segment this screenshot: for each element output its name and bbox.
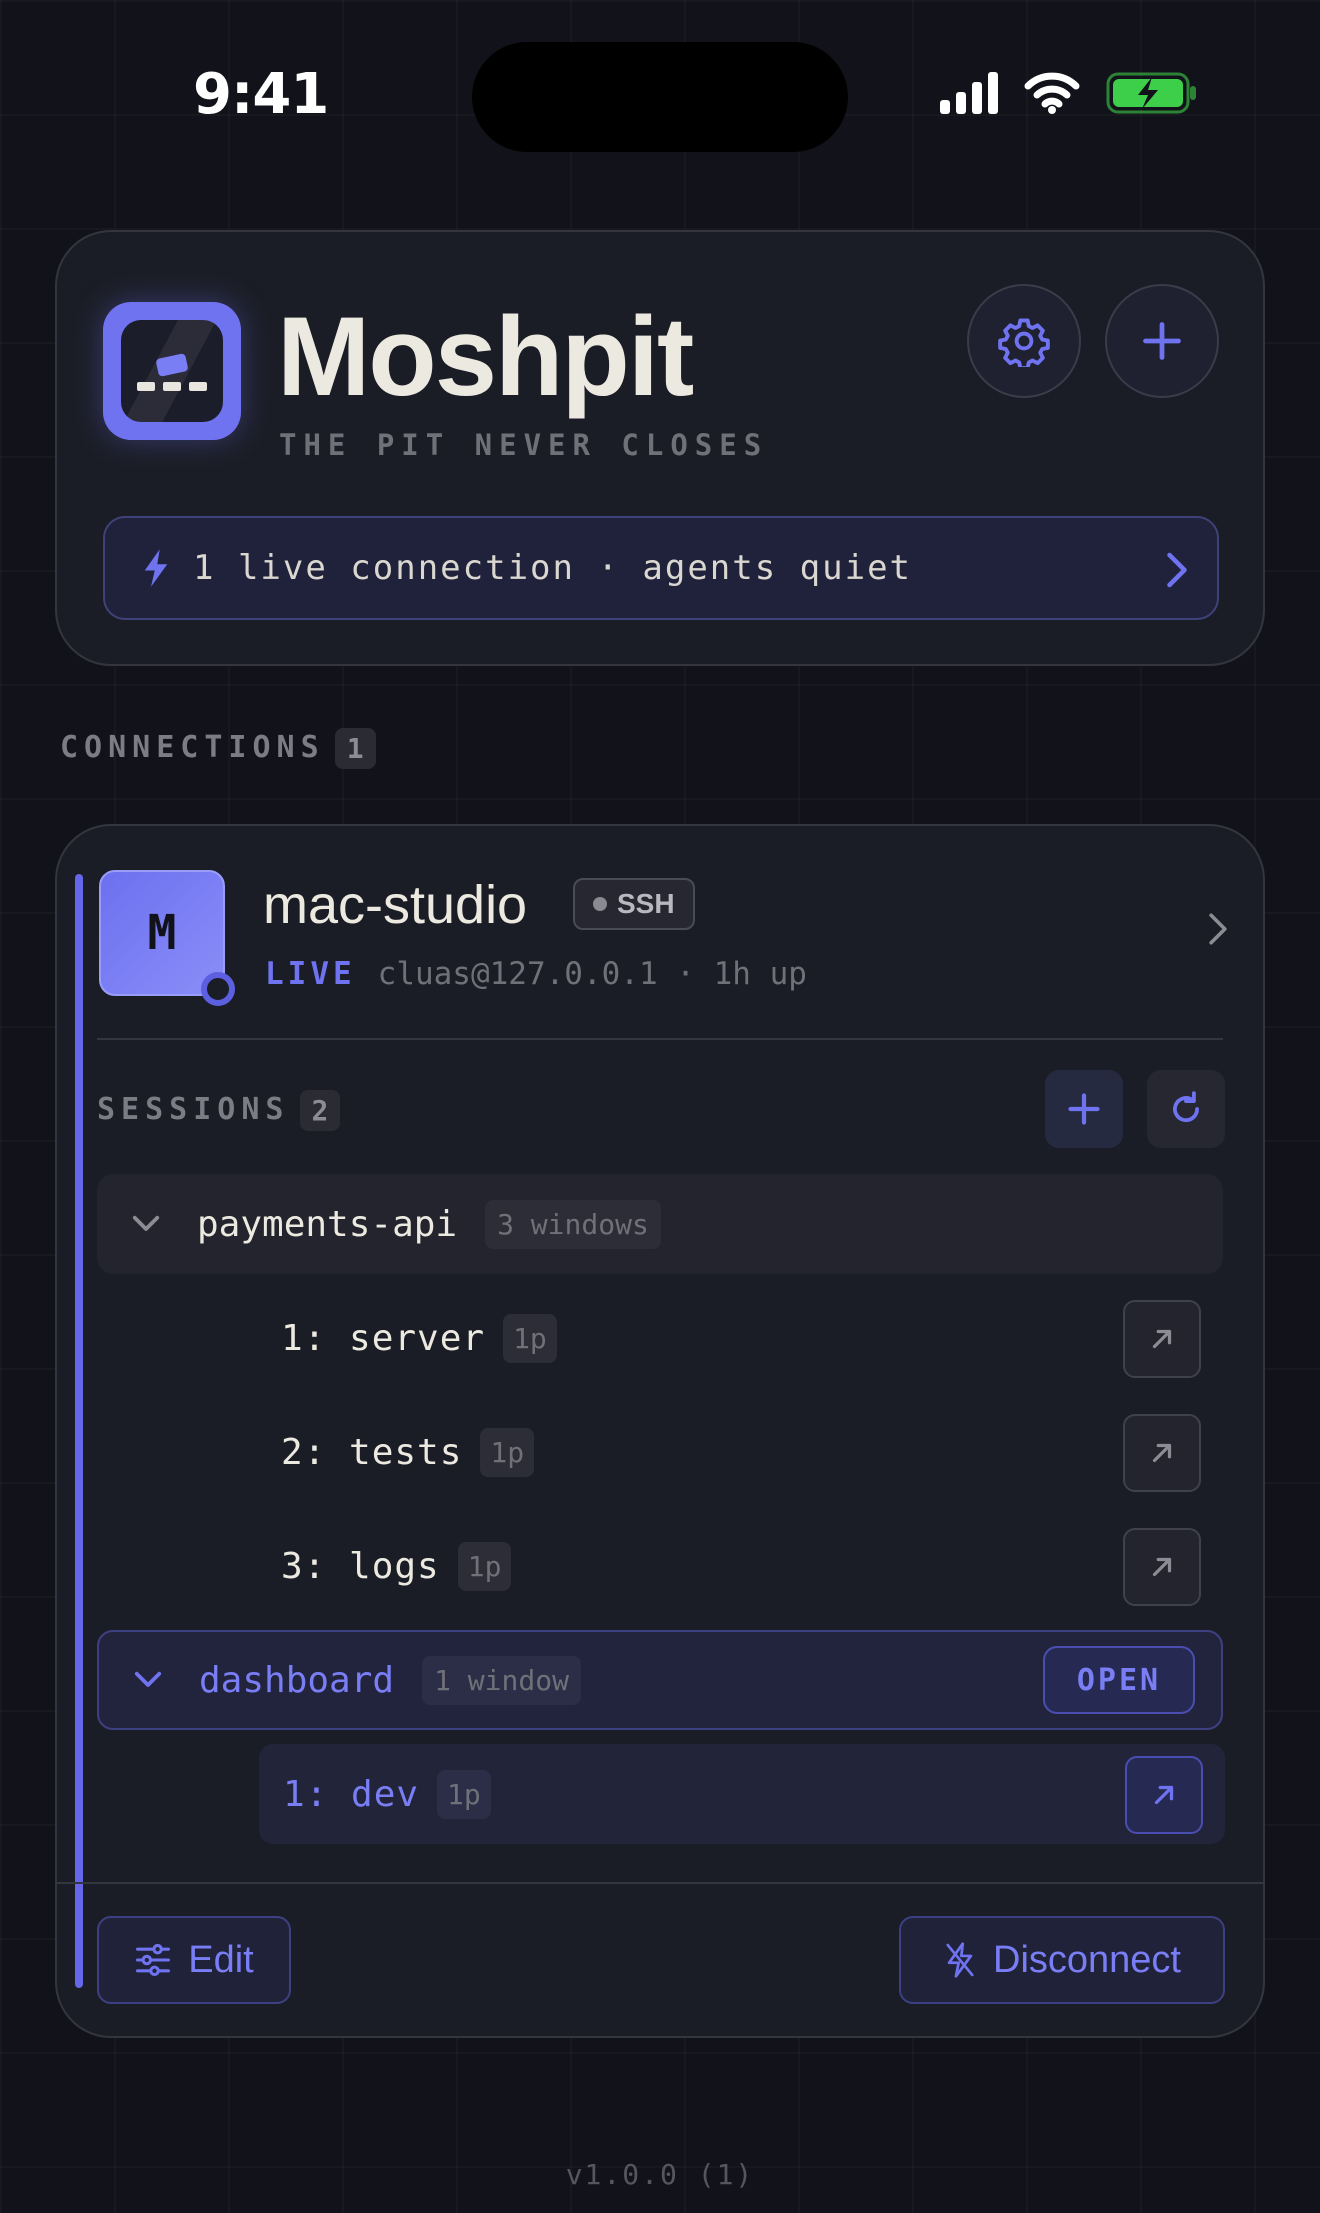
add-session-button[interactable] bbox=[1045, 1070, 1123, 1148]
session-name: payments-api bbox=[197, 1203, 458, 1245]
connections-heading: CONNECTIONS 1 bbox=[60, 728, 376, 769]
open-session-button[interactable]: OPEN bbox=[1043, 1646, 1195, 1714]
host-address: cluas@127.0.0.1 · 1h up bbox=[377, 956, 807, 992]
lightning-off-icon bbox=[946, 1942, 974, 1978]
attach-window-button[interactable] bbox=[1123, 1528, 1201, 1606]
dynamic-island bbox=[472, 42, 848, 152]
session-windows-badge: 3 windows bbox=[485, 1199, 661, 1249]
chevron-down-icon[interactable] bbox=[133, 1670, 163, 1690]
disconnect-label: Disconnect bbox=[993, 1938, 1181, 1981]
window-row[interactable]: 2: tests 1p bbox=[257, 1402, 1223, 1502]
settings-button[interactable] bbox=[967, 284, 1081, 398]
edit-label: Edit bbox=[188, 1938, 254, 1981]
pane-count-badge: 1p bbox=[437, 1769, 491, 1819]
arrow-up-right-icon bbox=[1152, 1443, 1172, 1463]
pane-count-badge: 1p bbox=[503, 1313, 557, 1363]
live-status-bar[interactable]: 1 live connection · agents quiet bbox=[103, 516, 1219, 620]
live-summary-text: 1 live connection · agents quiet bbox=[193, 548, 913, 588]
connection-chevron-right-icon[interactable] bbox=[1207, 912, 1229, 946]
host-meta: LIVE cluas@127.0.0.1 · 1h up bbox=[265, 956, 807, 992]
lightning-icon bbox=[144, 549, 168, 587]
connection-card: M mac-studio SSH LIVE cluas@127.0.0.1 · 1… bbox=[55, 824, 1265, 2038]
app-version: v1.0.0 (1) bbox=[565, 2158, 755, 2191]
arrow-up-right-icon bbox=[1154, 1785, 1174, 1805]
host-name[interactable]: mac-studio bbox=[263, 874, 527, 936]
refresh-icon bbox=[1173, 1091, 1199, 1122]
chevron-right-icon bbox=[1167, 552, 1187, 588]
arrow-up-right-icon bbox=[1152, 1329, 1172, 1349]
session-name: dashboard bbox=[199, 1659, 395, 1701]
attach-window-button[interactable] bbox=[1123, 1300, 1201, 1378]
attach-window-button[interactable] bbox=[1125, 1756, 1203, 1834]
footer-divider bbox=[57, 1882, 1263, 1884]
connection-accent-bar bbox=[75, 874, 83, 1988]
sessions-count-badge: 2 bbox=[299, 1090, 341, 1131]
protocol-badge: SSH bbox=[573, 878, 695, 930]
app-logo bbox=[103, 302, 241, 440]
battery-charging-icon bbox=[1106, 72, 1196, 114]
pane-count-badge: 1p bbox=[457, 1541, 512, 1591]
app-title: Moshpit bbox=[277, 294, 694, 419]
window-name: 2: tests bbox=[281, 1431, 463, 1473]
session-windows-badge: 1 window bbox=[422, 1655, 581, 1705]
host-status-dot bbox=[201, 972, 235, 1006]
cellular-signal-icon bbox=[940, 72, 998, 114]
sliders-icon bbox=[136, 1943, 171, 1977]
status-time: 9:41 bbox=[193, 62, 329, 127]
attach-window-button[interactable] bbox=[1123, 1414, 1201, 1492]
window-row[interactable]: 1: server 1p bbox=[257, 1288, 1223, 1388]
window-name: 1: dev bbox=[283, 1773, 420, 1815]
refresh-sessions-button[interactable] bbox=[1147, 1070, 1225, 1148]
arrow-up-right-icon bbox=[1152, 1557, 1172, 1577]
plus-icon bbox=[1068, 1093, 1100, 1125]
disconnect-button[interactable]: Disconnect bbox=[899, 1916, 1225, 2004]
window-row-active[interactable]: 1: dev 1p bbox=[259, 1744, 1225, 1844]
status-icons bbox=[940, 72, 1198, 114]
pane-count-badge: 1p bbox=[480, 1427, 535, 1477]
add-connection-button[interactable] bbox=[1105, 284, 1219, 398]
session-row-dashboard[interactable]: dashboard 1 window OPEN bbox=[97, 1630, 1223, 1730]
protocol-dot-icon bbox=[593, 897, 607, 911]
window-name: 1: server bbox=[281, 1317, 486, 1359]
sessions-heading: SESSIONS 2 bbox=[97, 1090, 341, 1131]
status-bar: 9:41 bbox=[0, 0, 1320, 200]
window-name: 3: logs bbox=[281, 1545, 440, 1587]
header-card: Moshpit THE PIT NEVER CLOSES 1 live conn… bbox=[55, 230, 1265, 666]
session-row-payments-api[interactable]: payments-api 3 windows bbox=[97, 1174, 1223, 1274]
connections-count-badge: 1 bbox=[334, 728, 376, 769]
app-tagline: THE PIT NEVER CLOSES bbox=[279, 428, 769, 462]
gear-icon bbox=[998, 318, 1050, 367]
card-divider bbox=[97, 1038, 1223, 1040]
wifi-icon bbox=[1024, 72, 1080, 114]
window-row[interactable]: 3: logs 1p bbox=[257, 1516, 1223, 1616]
edit-connection-button[interactable]: Edit bbox=[97, 1916, 291, 2004]
plus-icon bbox=[1143, 322, 1181, 360]
host-live-status: LIVE bbox=[265, 956, 356, 992]
chevron-down-icon[interactable] bbox=[131, 1214, 161, 1234]
